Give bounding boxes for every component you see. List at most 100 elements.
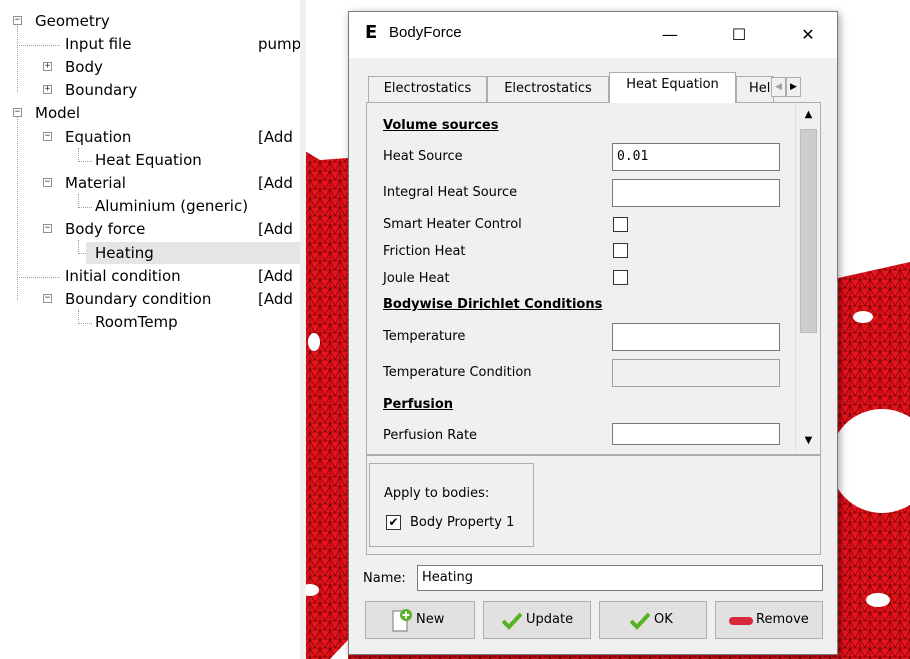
expand-icon[interactable]: + (43, 62, 52, 71)
smart-heater-checkbox[interactable] (613, 217, 628, 232)
tab-scroll-left-icon[interactable]: ◀ (771, 77, 786, 97)
scroll-thumb[interactable] (800, 129, 817, 333)
integral-heat-source-input[interactable] (612, 179, 780, 207)
remove-icon (729, 617, 753, 625)
tree-item-label: Equation (65, 128, 132, 146)
tree-item-equation[interactable]: − Equation [Add (0, 126, 300, 148)
body-property-label: Body Property 1 (410, 515, 515, 530)
app-icon: E (365, 22, 378, 43)
perfusion-rate-input[interactable] (612, 423, 780, 445)
tab-electrostatics-2[interactable]: Electrostatics (487, 76, 609, 102)
checkmark-icon (502, 612, 522, 630)
tree-item-value: [Add (258, 128, 293, 146)
temperature-input[interactable] (612, 323, 780, 351)
tree-item-label: Heat Equation (95, 151, 202, 169)
friction-heat-label: Friction Heat (383, 244, 466, 259)
tree-item-label: Body (65, 58, 103, 76)
tree-item-body-force[interactable]: − Body force [Add (0, 218, 300, 240)
friction-heat-checkbox[interactable] (613, 243, 628, 258)
temperature-condition-input (612, 359, 780, 387)
section-volume-sources: Volume sources (383, 118, 499, 133)
tree-item-body[interactable]: + Body (0, 56, 300, 78)
joule-heat-checkbox[interactable] (613, 270, 628, 285)
update-button-label: Update (526, 612, 574, 627)
tree-item-aluminium[interactable]: Aluminium (generic) (0, 195, 300, 217)
tree-item-heating[interactable]: Heating (86, 242, 300, 264)
tree-item-value: pump (258, 35, 300, 53)
tree-item-label: Boundary condition (65, 290, 212, 308)
tree-item-initial-condition[interactable]: Initial condition [Add (0, 265, 300, 287)
tree-item-boundary-condition[interactable]: − Boundary condition [Add (0, 288, 300, 310)
checkmark-icon (630, 612, 650, 630)
section-perfusion: Perfusion (383, 397, 454, 412)
tab-scroll-right-icon[interactable]: ▶ (786, 77, 801, 97)
heat-source-label: Heat Source (383, 149, 463, 164)
expand-icon[interactable]: + (43, 85, 52, 94)
tab-heli[interactable]: Heli (736, 76, 774, 102)
collapse-icon[interactable]: − (43, 224, 52, 233)
name-input[interactable]: Heating (417, 565, 823, 591)
tree-item-roomtemp[interactable]: RoomTemp (0, 311, 300, 333)
tree-item-value: [Add (258, 220, 293, 238)
tree-item-boundary[interactable]: + Boundary (0, 79, 300, 101)
heat-source-input[interactable]: 0.01 (612, 143, 780, 171)
tree-item-label: Body force (65, 220, 146, 238)
tree-item-label: RoomTemp (95, 313, 178, 331)
model-tree[interactable]: − Geometry Input file pump + Body + Boun… (0, 0, 300, 659)
tree-item-model[interactable]: − Model (0, 102, 300, 124)
integral-heat-source-label: Integral Heat Source (383, 185, 518, 200)
tree-item-geometry[interactable]: − Geometry (0, 10, 300, 32)
collapse-icon[interactable]: − (43, 132, 52, 141)
tab-electrostatics-1[interactable]: Electrostatics (368, 76, 487, 102)
tree-item-label: Heating (95, 244, 154, 262)
tab-heat-equation[interactable]: Heat Equation (609, 72, 736, 103)
maximize-button[interactable]: ☐ (716, 12, 762, 58)
temperature-condition-label: Temperature Condition (383, 365, 532, 380)
apply-to-bodies-label: Apply to bodies: (384, 486, 490, 501)
tree-item-label: Model (35, 104, 81, 122)
collapse-icon[interactable]: − (43, 178, 52, 187)
tree-item-value: [Add (258, 174, 293, 192)
tree-item-label: Material (65, 174, 126, 192)
new-button-label: New (416, 612, 445, 627)
tree-item-material[interactable]: − Material [Add (0, 172, 300, 194)
scroll-down-icon[interactable]: ▼ (797, 430, 820, 452)
panel-scrollbar[interactable]: ▲ ▼ (795, 103, 820, 454)
scroll-up-icon[interactable]: ▲ (797, 104, 820, 126)
ok-button[interactable]: OK (599, 601, 707, 639)
remove-button-label: Remove (756, 612, 809, 627)
heat-equation-panel: Volume sources Heat Source 0.01 Integral… (366, 102, 821, 455)
temperature-label: Temperature (383, 329, 466, 344)
tab-bar: Electrostatics Electrostatics Heat Equat… (357, 72, 829, 103)
new-button[interactable]: New (365, 601, 475, 639)
bodyforce-dialog: E BodyForce — ☐ ✕ Electrostatics Electro… (348, 11, 838, 655)
section-bodywise-dirichlet: Bodywise Dirichlet Conditions (383, 297, 603, 312)
splitter[interactable] (300, 0, 306, 659)
title-bar[interactable]: E BodyForce — ☐ ✕ (349, 12, 837, 58)
window-title: BodyForce (389, 24, 462, 41)
tree-item-label: Aluminium (generic) (95, 197, 249, 215)
tree-item-input-file[interactable]: Input file pump (0, 33, 300, 55)
minimize-button[interactable]: — (647, 12, 693, 58)
mesh-part-left (300, 148, 348, 659)
mesh-bolt-hole (308, 333, 320, 351)
collapse-icon[interactable]: − (13, 16, 22, 25)
collapse-icon[interactable]: − (43, 294, 52, 303)
update-button[interactable]: Update (483, 601, 591, 639)
tree-item-label: Geometry (35, 12, 110, 30)
ok-button-label: OK (654, 612, 673, 627)
tree-item-label: Boundary (65, 81, 138, 99)
tree-item-label: Initial condition (65, 267, 181, 285)
smart-heater-label: Smart Heater Control (383, 217, 522, 232)
perfusion-rate-label: Perfusion Rate (383, 428, 478, 443)
tree-connector (78, 240, 79, 254)
mesh-bolt-hole (853, 311, 873, 323)
close-button[interactable]: ✕ (785, 12, 831, 58)
tree-item-value: [Add (258, 267, 293, 285)
tree-item-value: [Add (258, 290, 293, 308)
collapse-icon[interactable]: − (13, 108, 22, 117)
remove-button[interactable]: Remove (715, 601, 823, 639)
tree-item-heat-equation[interactable]: Heat Equation (0, 149, 300, 171)
new-document-icon (392, 609, 412, 632)
body-property-checkbox[interactable]: ✔ (386, 515, 401, 530)
